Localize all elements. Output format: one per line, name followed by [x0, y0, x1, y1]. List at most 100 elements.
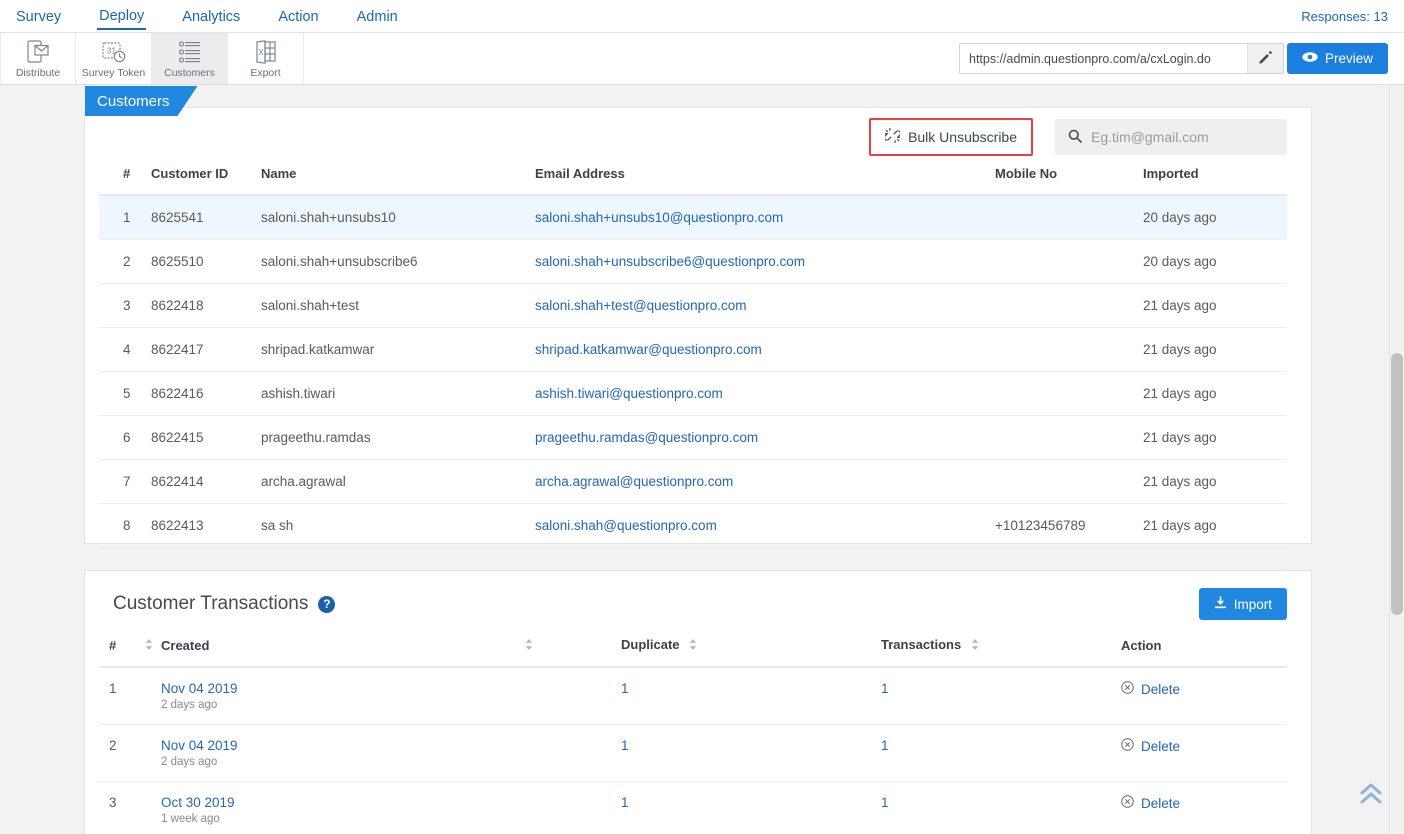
tx-transactions-value[interactable]: 1 [881, 795, 889, 810]
col-header-number: # [99, 166, 151, 195]
email-link[interactable]: shripad.katkamwar@questionpro.com [535, 342, 762, 357]
scrollbar-thumb[interactable] [1391, 353, 1403, 615]
cell-imported: 21 days ago [1143, 328, 1287, 372]
import-button-label: Import [1234, 597, 1272, 612]
cell-email[interactable]: shripad.katkamwar@questionpro.com [535, 328, 995, 372]
email-link[interactable]: archa.agrawal@questionpro.com [535, 474, 733, 489]
survey-url-field[interactable]: https://admin.questionpro.com/a/cxLogin.… [959, 43, 1284, 74]
cell-email[interactable]: ashish.tiwari@questionpro.com [535, 372, 995, 416]
tx-transactions-value[interactable]: 1 [881, 738, 889, 753]
sort-arrows-icon[interactable] [971, 638, 979, 653]
customer-search-box[interactable] [1055, 119, 1287, 155]
preview-button[interactable]: Preview [1287, 43, 1388, 74]
cell-email[interactable]: saloni.shah+test@questionpro.com [535, 284, 995, 328]
cell-email[interactable]: saloni.shah@questionpro.com [535, 504, 995, 548]
vertical-scrollbar[interactable] [1389, 85, 1404, 834]
tx-col-header-duplicate[interactable]: Duplicate [621, 637, 881, 667]
delete-button[interactable]: Delete [1121, 681, 1180, 697]
eye-icon [1302, 51, 1318, 66]
tx-cell-transactions[interactable]: 1 [881, 782, 1121, 834]
tx-date-link[interactable]: Nov 04 2019 [161, 681, 621, 696]
import-button[interactable]: Import [1199, 588, 1287, 620]
nav-item-survey[interactable]: Survey [14, 4, 63, 29]
tx-col-header-number: # [99, 637, 139, 667]
scroll-to-top-button[interactable] [1358, 782, 1384, 806]
tx-cell-duplicate[interactable]: 1 [621, 725, 881, 782]
tx-cell-transactions[interactable]: 1 [881, 667, 1121, 725]
toolbar-item-distribute[interactable]: Distribute [0, 33, 76, 84]
tx-cell-action[interactable]: Delete [1121, 725, 1287, 782]
email-link[interactable]: saloni.shah+test@questionpro.com [535, 298, 746, 313]
tx-cell-created[interactable]: Oct 30 2019 1 week ago [161, 782, 621, 834]
tx-col-sort-number[interactable] [139, 637, 161, 667]
tx-cell-spacer [139, 667, 161, 725]
table-row[interactable]: 7 8622414 archa.agrawal archa.agrawal@qu… [99, 460, 1287, 504]
bulk-unsubscribe-label: Bulk Unsubscribe [908, 129, 1017, 145]
col-header-name: Name [261, 166, 535, 195]
cell-mobile [995, 284, 1143, 328]
unlink-icon [885, 128, 900, 146]
table-row[interactable]: 5 8622416 ashish.tiwari ashish.tiwari@qu… [99, 372, 1287, 416]
table-row[interactable]: 4 8622417 shripad.katkamwar shripad.katk… [99, 328, 1287, 372]
delete-button[interactable]: Delete [1121, 738, 1180, 754]
toolbar-label-customers: Customers [164, 67, 215, 79]
tx-transactions-value[interactable]: 1 [881, 681, 889, 696]
customer-search-input[interactable] [1091, 129, 1274, 145]
tx-duplicate-value[interactable]: 1 [621, 738, 629, 753]
cell-name: saloni.shah+unsubscribe6 [261, 240, 535, 284]
toolbar-item-customers[interactable]: Customers [152, 33, 228, 84]
toolbar-item-export[interactable]: X Export [228, 33, 304, 84]
tx-relative-time: 2 days ago [161, 756, 621, 768]
email-link[interactable]: prageethu.ramdas@questionpro.com [535, 430, 758, 445]
toolbar-item-survey-token[interactable]: 31 Survey Token [76, 33, 152, 84]
tx-cell-duplicate[interactable]: 1 [621, 667, 881, 725]
delete-button[interactable]: Delete [1121, 795, 1180, 811]
table-row[interactable]: 1 8625541 saloni.shah+unsubs10 saloni.sh… [99, 195, 1287, 240]
excel-file-icon: X [255, 39, 277, 65]
tx-cell-spacer [139, 782, 161, 834]
question-mark-icon[interactable]: ? [318, 596, 335, 613]
tx-cell-duplicate[interactable]: 1 [621, 782, 881, 834]
cell-email[interactable]: saloni.shah+unsubscribe6@questionpro.com [535, 240, 995, 284]
table-row[interactable]: 8 8622413 sa sh saloni.shah@questionpro.… [99, 504, 1287, 548]
tx-col-transactions-label: Transactions [881, 637, 961, 652]
cell-email[interactable]: archa.agrawal@questionpro.com [535, 460, 995, 504]
table-row[interactable]: 6 8622415 prageethu.ramdas prageethu.ram… [99, 416, 1287, 460]
tx-col-header-created[interactable]: Created [161, 637, 621, 667]
delete-label: Delete [1141, 682, 1180, 697]
table-row[interactable]: 2 8625510 saloni.shah+unsubscribe6 salon… [99, 240, 1287, 284]
nav-item-analytics[interactable]: Analytics [180, 4, 242, 29]
sort-arrows-icon[interactable] [145, 638, 153, 653]
tx-duplicate-value[interactable]: 1 [621, 795, 629, 810]
cell-number: 1 [99, 195, 151, 240]
email-link[interactable]: ashish.tiwari@questionpro.com [535, 386, 723, 401]
sort-arrows-icon[interactable] [525, 638, 533, 653]
nav-item-action[interactable]: Action [276, 4, 320, 29]
tx-cell-created[interactable]: Nov 04 2019 2 days ago [161, 725, 621, 782]
nav-item-deploy[interactable]: Deploy [97, 3, 146, 30]
tx-col-header-transactions[interactable]: Transactions [881, 637, 1121, 667]
tx-cell-created[interactable]: Nov 04 2019 2 days ago [161, 667, 621, 725]
table-row[interactable]: 3 8622418 saloni.shah+test saloni.shah+t… [99, 284, 1287, 328]
tx-date-link[interactable]: Nov 04 2019 [161, 738, 621, 753]
sort-arrows-icon[interactable] [689, 638, 697, 653]
tx-date-link[interactable]: Oct 30 2019 [161, 795, 621, 810]
edit-url-button[interactable] [1247, 44, 1283, 73]
tx-duplicate-value[interactable]: 1 [621, 681, 629, 696]
customer-transactions-panel: Customer Transactions ? Import # [84, 570, 1312, 834]
table-row[interactable]: 3 Oct 30 2019 1 week ago 1 1 [99, 782, 1287, 834]
cell-imported: 21 days ago [1143, 372, 1287, 416]
email-link[interactable]: saloni.shah@questionpro.com [535, 518, 717, 533]
email-link[interactable]: saloni.shah+unsubscribe6@questionpro.com [535, 254, 805, 269]
tx-cell-transactions[interactable]: 1 [881, 725, 1121, 782]
customers-table: # Customer ID Name Email Address Mobile … [99, 166, 1287, 548]
cell-email[interactable]: saloni.shah+unsubs10@questionpro.com [535, 195, 995, 240]
tx-cell-action[interactable]: Delete [1121, 782, 1287, 834]
tx-cell-action[interactable]: Delete [1121, 667, 1287, 725]
cell-email[interactable]: prageethu.ramdas@questionpro.com [535, 416, 995, 460]
table-row[interactable]: 2 Nov 04 2019 2 days ago 1 1 [99, 725, 1287, 782]
table-row[interactable]: 1 Nov 04 2019 2 days ago 1 1 [99, 667, 1287, 725]
bulk-unsubscribe-button[interactable]: Bulk Unsubscribe [877, 123, 1025, 151]
email-link[interactable]: saloni.shah+unsubs10@questionpro.com [535, 210, 783, 225]
nav-item-admin[interactable]: Admin [355, 4, 400, 29]
